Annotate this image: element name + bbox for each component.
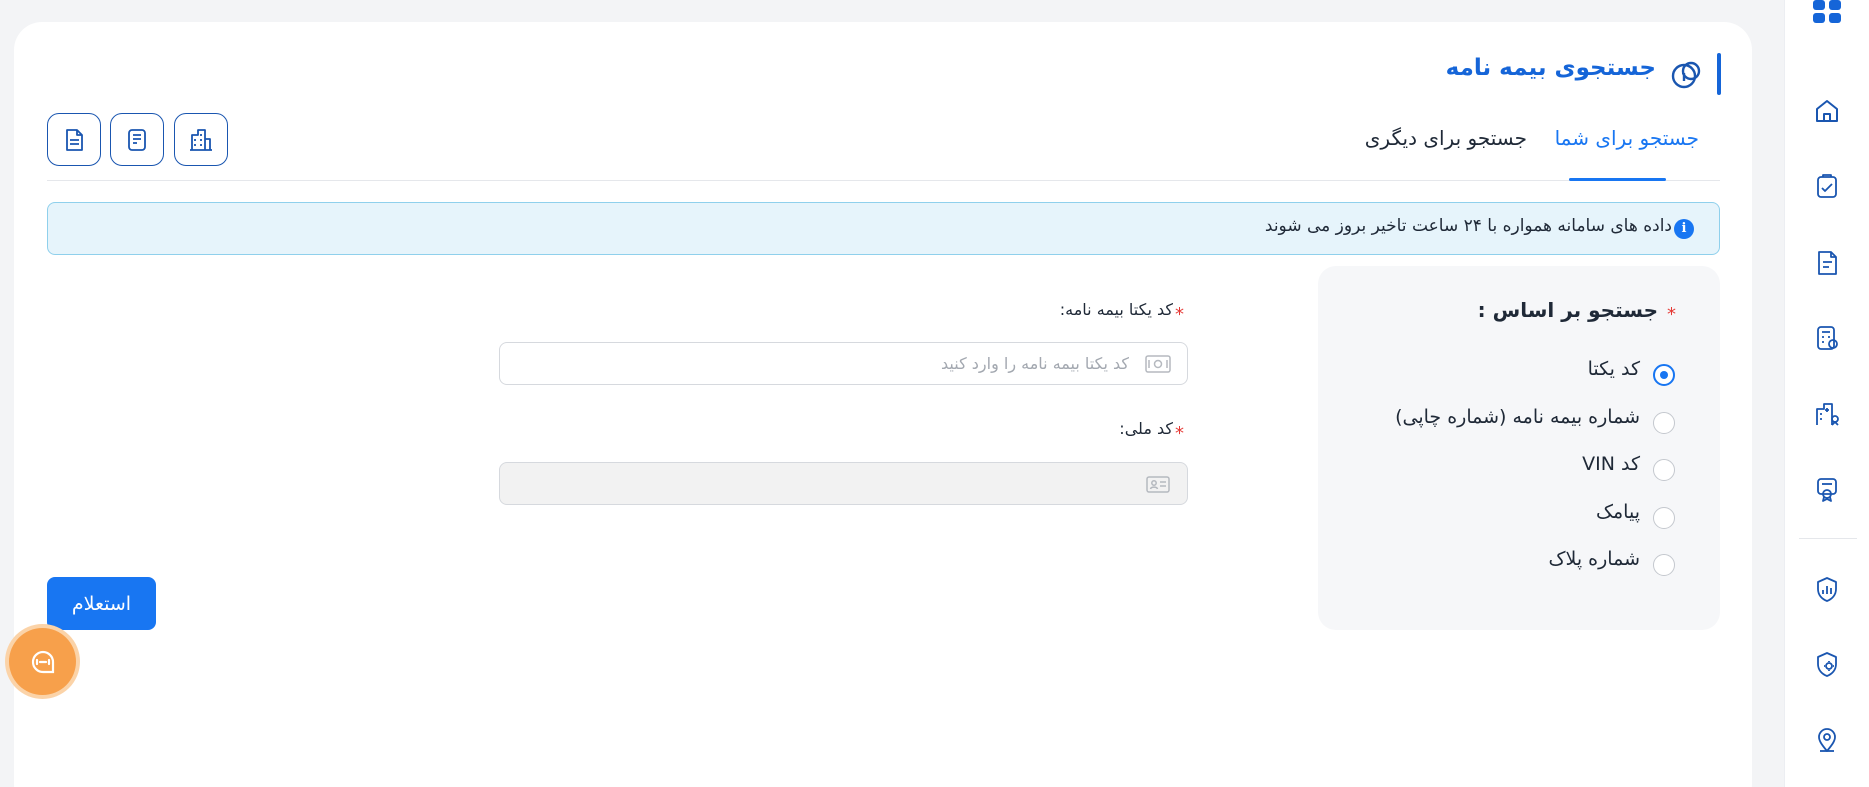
required-mark: *	[1175, 423, 1184, 444]
radio-option-vin[interactable]: کد VIN	[1315, 453, 1675, 483]
shield-chart-icon[interactable]	[1805, 567, 1849, 611]
tab-search-for-you[interactable]: جستجو برای شما	[1555, 126, 1699, 150]
unique-code-field[interactable]	[499, 342, 1188, 385]
report-button[interactable]	[110, 113, 164, 166]
radio-option-policy-number[interactable]: شماره بیمه نامه (شماره چاپی)	[1315, 406, 1675, 436]
required-mark: *	[1175, 304, 1184, 325]
required-mark: *	[1667, 304, 1676, 325]
radio-button[interactable]	[1653, 412, 1675, 434]
active-tab-indicator	[1569, 178, 1666, 181]
building-icon	[190, 128, 212, 151]
id-code-icon	[1145, 355, 1171, 373]
id-card-icon	[1146, 476, 1170, 493]
document-edit-icon[interactable]	[1805, 241, 1849, 285]
document-button[interactable]	[47, 113, 101, 166]
shield-gear-icon[interactable]	[1805, 642, 1849, 686]
radio-label: شماره بیمه نامه (شماره چاپی)	[1395, 406, 1640, 428]
insurance-search-icon	[1671, 61, 1701, 89]
certificate-icon[interactable]	[1805, 467, 1849, 511]
national-code-label: کد ملی:	[1119, 419, 1173, 438]
location-pin-icon[interactable]	[1805, 718, 1849, 762]
home-icon[interactable]	[1805, 89, 1849, 133]
building-button[interactable]	[174, 113, 228, 166]
radio-button[interactable]	[1653, 459, 1675, 481]
hospital-icon[interactable]	[1805, 392, 1849, 436]
sidebar-divider	[1799, 538, 1857, 539]
search-by-title: جستجو بر اساس :	[1477, 298, 1658, 322]
radio-label: پیامک	[1596, 501, 1640, 523]
radio-button[interactable]	[1653, 507, 1675, 529]
tab-search-for-others[interactable]: جستجو برای دیگری	[1365, 126, 1527, 150]
radio-option-plate-number[interactable]: شماره پلاک	[1315, 548, 1675, 578]
radio-option-unique-code[interactable]: کد یکتا	[1315, 358, 1675, 388]
clipboard-check-icon[interactable]	[1805, 164, 1849, 208]
tabs-divider	[47, 180, 1720, 181]
radio-label: کد VIN	[1582, 453, 1640, 475]
chat-support-button[interactable]	[9, 628, 76, 695]
radio-option-sms[interactable]: پیامک	[1315, 501, 1675, 531]
chat-bot-icon	[31, 650, 54, 673]
page-title: جستجوی بیمه نامه	[1445, 55, 1656, 81]
radio-button[interactable]	[1653, 554, 1675, 576]
apps-grid-icon[interactable]	[1813, 0, 1843, 24]
report-icon	[128, 128, 146, 151]
radio-button[interactable]	[1653, 364, 1675, 386]
document-icon	[66, 128, 83, 151]
calculator-icon[interactable]	[1805, 316, 1849, 360]
search-by-panel: * جستجو بر اساس : کد یکتا شماره بیمه نام…	[1318, 266, 1720, 630]
unique-code-input[interactable]	[500, 343, 1187, 384]
right-sidebar	[1784, 0, 1869, 787]
info-text: داده های سامانه همواره با ۲۴ ساعت تاخیر …	[1264, 216, 1672, 236]
radio-label: کد یکتا	[1587, 358, 1640, 380]
unique-code-label: کد یکتا بیمه نامه:	[1059, 300, 1173, 319]
info-banner: i داده های سامانه همواره با ۲۴ ساعت تاخی…	[47, 202, 1720, 255]
title-accent-bar	[1717, 53, 1721, 95]
national-code-input[interactable]	[500, 463, 1187, 504]
info-icon: i	[1674, 219, 1694, 239]
inquiry-button[interactable]: استعلام	[47, 577, 156, 630]
radio-label: شماره پلاک	[1548, 548, 1641, 570]
national-code-field[interactable]	[499, 462, 1188, 505]
